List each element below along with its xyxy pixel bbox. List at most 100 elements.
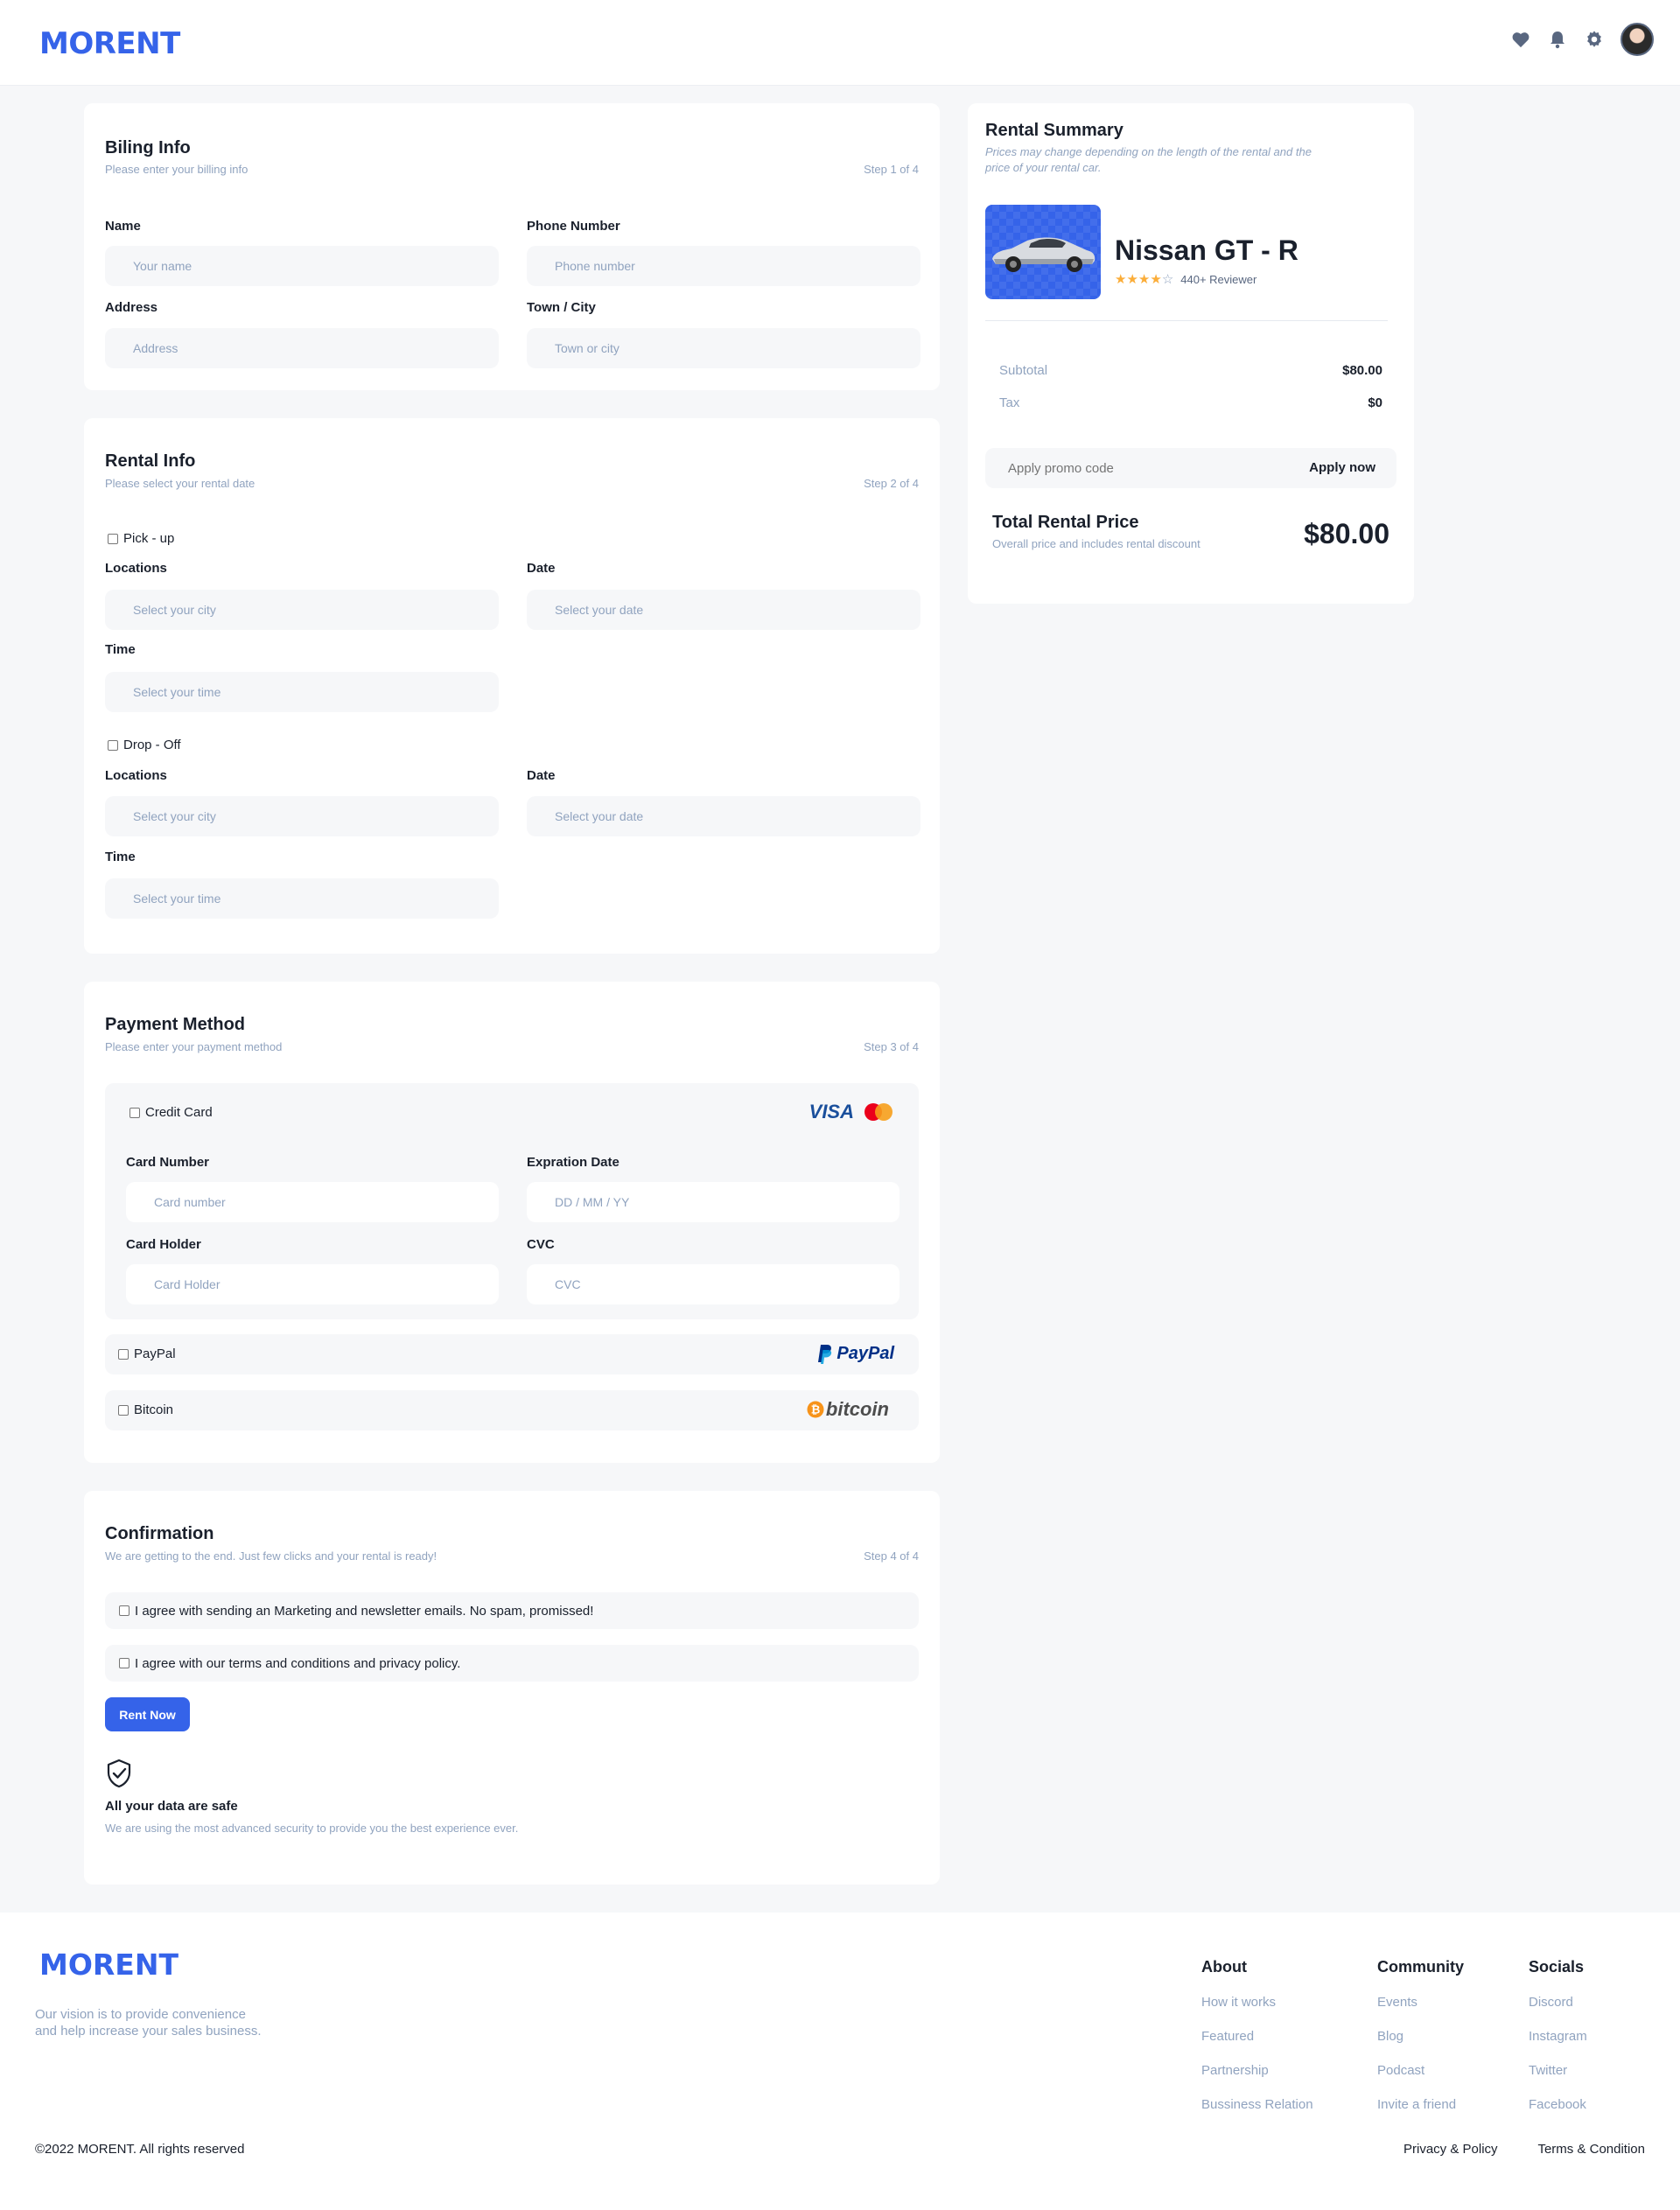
paypal-label: PayPal [134, 1346, 176, 1361]
expiration-label: Expration Date [527, 1155, 620, 1170]
total-subtitle: Overall price and includes rental discou… [992, 537, 1200, 550]
footer-link-discord[interactable]: Discord [1529, 1995, 1573, 2010]
safe-subtitle: We are using the most advanced security … [105, 1822, 519, 1835]
rental-info-card: Rental Info Please select your rental da… [84, 418, 940, 954]
credit-card-checkbox-row[interactable]: Credit Card [130, 1105, 213, 1120]
apply-promo-button[interactable]: Apply now [1309, 460, 1376, 475]
summary-title: Rental Summary [985, 121, 1124, 140]
promo-code-row: Apply now [985, 448, 1396, 488]
paypal-logo-text: PayPal [836, 1343, 894, 1363]
subtotal-label: Subtotal [999, 363, 1048, 378]
terms-consent-row[interactable]: I agree with our terms and conditions an… [105, 1645, 919, 1682]
billing-title: Biling Info [105, 138, 191, 157]
footer-link-blog[interactable]: Blog [1377, 2029, 1404, 2044]
summary-subtitle-1: Prices may change depending on the lengt… [985, 145, 1312, 158]
pickup-time-select[interactable] [105, 672, 499, 712]
footer-link-featured[interactable]: Featured [1201, 2029, 1254, 2044]
card-number-input[interactable] [126, 1182, 499, 1222]
site-footer: MORENT Our vision is to provide convenie… [0, 1913, 1680, 2210]
header-actions [1510, 23, 1654, 56]
footer-link-events[interactable]: Events [1377, 1995, 1418, 2010]
settings-gear-icon[interactable] [1584, 29, 1605, 50]
bitcoin-coin-icon: ₿ [807, 1401, 824, 1418]
payment-subtitle: Please enter your payment method [105, 1040, 283, 1053]
star-empty-icon: ☆ [1161, 272, 1174, 287]
paypal-block[interactable]: PayPal PayPal [105, 1334, 919, 1374]
safe-title: All your data are safe [105, 1799, 238, 1814]
dropoff-city-select[interactable] [105, 796, 499, 836]
pickup-label: Pick - up [123, 531, 175, 546]
address-label: Address [105, 300, 158, 315]
paypal-checkbox[interactable] [118, 1348, 129, 1360]
marketing-consent-label: I agree with sending an Marketing and ne… [135, 1603, 594, 1619]
copyright-text: ©2022 MORENT. All rights reserved [35, 2142, 245, 2157]
marketing-consent-checkbox[interactable] [119, 1605, 130, 1616]
bitcoin-checkbox-row[interactable]: Bitcoin [118, 1402, 173, 1417]
footer-link-how-it-works[interactable]: How it works [1201, 1995, 1276, 2010]
pickup-checkbox[interactable] [108, 533, 118, 544]
credit-card-block: Credit Card VISA Card Number Expration D… [105, 1083, 919, 1319]
phone-input[interactable] [527, 246, 920, 286]
footer-link-facebook[interactable]: Facebook [1529, 2097, 1586, 2112]
reviewer-count: 440+ Reviewer [1180, 272, 1257, 286]
expiration-input[interactable] [527, 1182, 900, 1222]
dropoff-date-select[interactable] [527, 796, 920, 836]
pickup-city-select[interactable] [105, 590, 499, 630]
promo-code-input[interactable] [985, 448, 1274, 488]
confirmation-subtitle: We are getting to the end. Just few clic… [105, 1549, 438, 1563]
footer-link-podcast[interactable]: Podcast [1377, 2063, 1424, 2078]
credit-card-checkbox[interactable] [130, 1107, 140, 1118]
user-avatar[interactable] [1620, 23, 1654, 56]
footer-link-partnership[interactable]: Partnership [1201, 2063, 1269, 2078]
confirmation-card: Confirmation We are getting to the end. … [84, 1491, 940, 1885]
rent-now-button[interactable]: Rent Now [105, 1697, 190, 1731]
footer-link-twitter[interactable]: Twitter [1529, 2063, 1567, 2078]
summary-divider [985, 320, 1388, 321]
pickup-locations-label: Locations [105, 561, 167, 576]
privacy-policy-link[interactable]: Privacy & Policy [1404, 2142, 1498, 2157]
star-filled-icon: ★ [1126, 272, 1138, 287]
footer-brand-logo[interactable]: MORENT [39, 1948, 178, 1982]
bitcoin-label: Bitcoin [134, 1402, 174, 1417]
paypal-logo: PayPal [816, 1343, 894, 1364]
dropoff-checkbox[interactable] [108, 739, 118, 751]
brand-logo[interactable]: MORENT [39, 26, 180, 61]
bitcoin-block[interactable]: Bitcoin ₿ bitcoin [105, 1390, 919, 1430]
city-label: Town / City [527, 300, 596, 315]
dropoff-checkbox-row[interactable]: Drop - Off [108, 738, 181, 752]
star-filled-icon: ★ [1138, 272, 1151, 287]
dropoff-time-select[interactable] [105, 878, 499, 919]
card-holder-input[interactable] [126, 1264, 499, 1304]
heart-icon[interactable] [1510, 29, 1531, 50]
pickup-checkbox-row[interactable]: Pick - up [108, 531, 174, 546]
car-rating: ★★★★☆ 440+ Reviewer [1115, 271, 1256, 287]
terms-condition-link[interactable]: Terms & Condition [1537, 2142, 1645, 2157]
footer-link-instagram[interactable]: Instagram [1529, 2029, 1587, 2044]
rental-title: Rental Info [105, 451, 196, 471]
car-image [992, 237, 1096, 272]
dropoff-date-label: Date [527, 768, 556, 783]
cvc-label: CVC [527, 1237, 555, 1252]
billing-step: Step 1 of 4 [864, 163, 919, 176]
footer-about-title: About [1201, 1958, 1247, 1976]
city-input[interactable] [527, 328, 920, 368]
footer-link-invite-friend[interactable]: Invite a friend [1377, 2097, 1456, 2112]
top-header: MORENT [0, 0, 1680, 86]
total-label: Total Rental Price [992, 513, 1139, 532]
bitcoin-checkbox[interactable] [118, 1404, 129, 1416]
phone-label: Phone Number [527, 219, 620, 234]
footer-link-business-relation[interactable]: Bussiness Relation [1201, 2097, 1313, 2112]
billing-subtitle: Please enter your billing info [105, 163, 248, 176]
paypal-checkbox-row[interactable]: PayPal [118, 1346, 176, 1361]
marketing-consent-row[interactable]: I agree with sending an Marketing and ne… [105, 1592, 919, 1629]
terms-consent-checkbox[interactable] [119, 1658, 130, 1668]
address-input[interactable] [105, 328, 499, 368]
car-name: Nissan GT - R [1115, 234, 1298, 266]
pickup-date-select[interactable] [527, 590, 920, 630]
notification-bell-icon[interactable] [1547, 29, 1568, 50]
cvc-input[interactable] [527, 1264, 900, 1304]
name-label: Name [105, 219, 141, 234]
name-input[interactable] [105, 246, 499, 286]
credit-card-label: Credit Card [145, 1105, 213, 1120]
tax-label: Tax [999, 395, 1020, 410]
